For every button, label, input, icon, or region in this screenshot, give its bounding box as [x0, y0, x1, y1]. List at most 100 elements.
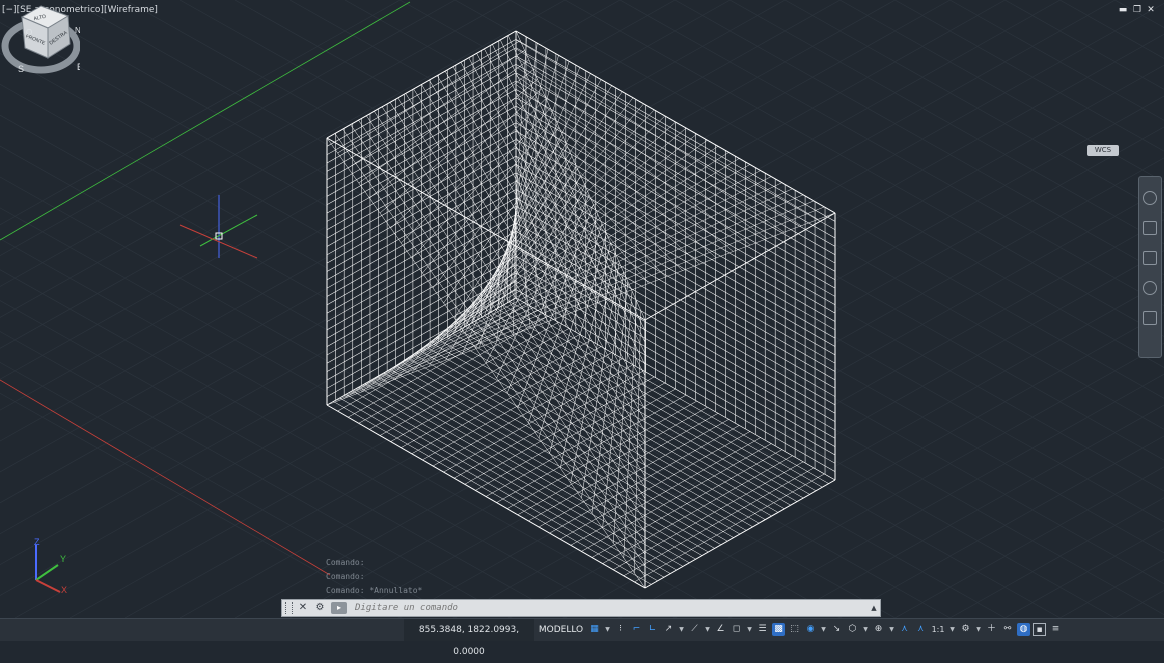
wireframe-line: [411, 107, 551, 259]
annotation-visibility-icon[interactable]: ⋏: [898, 623, 911, 636]
isolate-objects-icon[interactable]: ◍: [1017, 623, 1030, 636]
command-history-line: Comando:: [326, 558, 365, 567]
hardware-acceleration-icon[interactable]: ⚯: [1001, 623, 1014, 636]
snap-mode-icon[interactable]: ⁝: [614, 623, 627, 636]
viewcube[interactable]: ALTO FRONTE DESTRA S E O N: [0, 0, 80, 90]
chevron-down-icon[interactable]: ▼: [746, 623, 753, 636]
restore-icon[interactable]: ❐: [1132, 5, 1142, 15]
customization-menu-icon[interactable]: ≡: [1049, 623, 1062, 636]
grid-line: [0, 0, 511, 287]
wireframe-line: [570, 437, 761, 546]
minimize-icon[interactable]: ▬: [1118, 5, 1128, 15]
infer-constraints-icon[interactable]: ⌐: [630, 623, 643, 636]
wireframe-line: [591, 449, 782, 558]
3d-object-snap-icon[interactable]: ◉: [804, 623, 817, 636]
grid-line: [0, 52, 1006, 618]
ucs-z-label: Z: [34, 537, 40, 547]
wireframe-line: [485, 388, 676, 497]
grid-line: [784, 404, 1164, 618]
grid-line: [674, 0, 1164, 276]
wrench-icon[interactable]: ⚙: [313, 601, 327, 615]
wireframe-line: [377, 271, 517, 386]
grid-line: [784, 0, 1164, 214]
grid-line: [399, 188, 1164, 618]
wireframe-line: [507, 400, 697, 509]
command-input[interactable]: [353, 599, 868, 617]
grid-line: [564, 0, 1164, 337]
world-x-axis-line: [0, 379, 331, 576]
clean-screen-icon[interactable]: ▪: [1033, 623, 1046, 636]
chevron-down-icon[interactable]: ▼: [862, 623, 869, 636]
wireframe-line: [496, 394, 687, 503]
command-line: ✕ ⚙ ▸ ▲: [281, 599, 881, 617]
polar-tracking-icon[interactable]: ↗: [662, 623, 675, 636]
plus-icon[interactable]: ＋: [985, 623, 998, 636]
grid-line: [0, 0, 456, 257]
chevron-down-icon[interactable]: ▼: [975, 623, 982, 636]
status-bar-toggles: ▦ ▼ ⁝ ⌐ ∟ ↗ ▼ ⟋ ▼ ∠ ◻ ▼ ☰ ▩ ⬚ ◉ ▼ ↘ ⬡ ▼ …: [588, 623, 1062, 637]
grid-line: [0, 0, 1006, 566]
lineweight-icon[interactable]: ☰: [756, 623, 769, 636]
grid-line: [289, 126, 1164, 618]
model-viewport[interactable]: ZYX [−][SE assonometrico][Wireframe] ▬ ❐…: [0, 0, 1164, 618]
ucs-x-label: X: [61, 585, 67, 595]
command-history-line: Comando:: [326, 572, 365, 581]
grid-line: [619, 311, 1164, 618]
grid-line: [0, 361, 456, 618]
grid-line: [949, 0, 1164, 121]
chevron-down-icon[interactable]: ▼: [678, 623, 685, 636]
command-line-grip[interactable]: [285, 602, 293, 614]
compass-north-label[interactable]: N: [75, 26, 80, 35]
grid-line: [179, 64, 1164, 618]
isodraft-icon[interactable]: ⟋: [688, 623, 701, 636]
wireframe-line: [390, 88, 542, 229]
workspace-gear-icon[interactable]: ⚙: [959, 623, 972, 636]
grid-icon[interactable]: ▦: [588, 623, 601, 636]
grid-line: [179, 0, 1164, 554]
compass-east-label[interactable]: E: [77, 62, 80, 72]
auto-scale-icon[interactable]: ⋏: [914, 623, 927, 636]
showmotion-icon[interactable]: [1143, 311, 1157, 325]
selection-cycling-icon[interactable]: ⬚: [788, 623, 801, 636]
dynamic-ucs-icon[interactable]: ↘: [830, 623, 843, 636]
chevron-down-icon[interactable]: ▼: [888, 623, 895, 636]
model-space-button[interactable]: MODELLO: [536, 619, 586, 641]
chevron-down-icon[interactable]: ▼: [604, 623, 611, 636]
steering-wheel-icon[interactable]: [1143, 191, 1157, 205]
close-icon[interactable]: ✕: [296, 601, 310, 615]
grid-line: [949, 497, 1164, 618]
ucs-y-label: Y: [60, 554, 66, 564]
grid-line: [289, 0, 1164, 492]
chevron-up-icon[interactable]: ▲: [868, 604, 880, 612]
chevron-down-icon[interactable]: ▼: [949, 623, 956, 636]
grid-line: [0, 145, 841, 618]
annotation-scale[interactable]: 1:1: [930, 623, 946, 636]
close-icon[interactable]: ✕: [1146, 5, 1156, 15]
wireframe-line: [602, 455, 793, 564]
command-prompt-icon[interactable]: ▸: [331, 602, 347, 614]
grid-line: [0, 0, 401, 226]
wireframe-line: [515, 48, 802, 226]
chevron-down-icon[interactable]: ▼: [704, 623, 711, 636]
wireframe-line: [623, 467, 814, 577]
wireframe-line: [634, 473, 825, 583]
coordinates-readout[interactable]: 855.3848, 1822.0993, 0.0000: [404, 619, 534, 657]
grid-line: [0, 331, 511, 618]
object-snap-icon[interactable]: ◻: [730, 623, 743, 636]
wireframe-line: [454, 370, 644, 479]
gizmo-icon[interactable]: ⊕: [872, 623, 885, 636]
status-bar: 855.3848, 1822.0993, 0.0000 MODELLO ▦ ▼ …: [0, 618, 1164, 657]
compass-west-label[interactable]: O: [26, 28, 32, 37]
chevron-down-icon[interactable]: ▼: [820, 623, 827, 636]
zoom-extents-icon[interactable]: [1143, 251, 1157, 265]
compass-south-label[interactable]: S: [18, 64, 24, 74]
wireframe-line: [581, 443, 772, 552]
transparency-icon[interactable]: ▩: [772, 623, 785, 636]
ortho-icon[interactable]: ∟: [646, 623, 659, 636]
wcs-menu-button[interactable]: WCS: [1087, 145, 1119, 156]
grid-line: [619, 0, 1164, 307]
object-snap-tracking-icon[interactable]: ∠: [714, 623, 727, 636]
selection-filter-icon[interactable]: ⬡: [846, 623, 859, 636]
orbit-icon[interactable]: [1143, 281, 1157, 295]
pan-icon[interactable]: [1143, 221, 1157, 235]
